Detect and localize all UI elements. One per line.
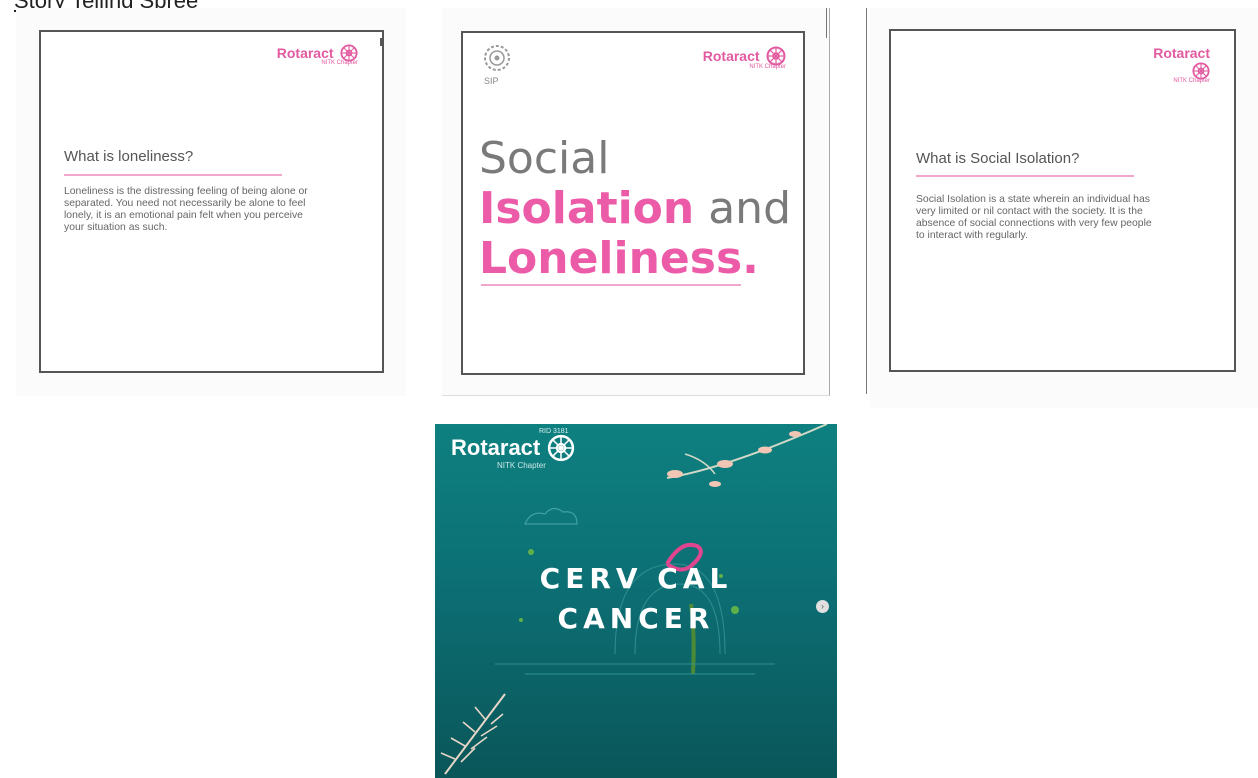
- slide-heading: What is loneliness?: [64, 148, 194, 165]
- sip-label: SIP: [484, 76, 499, 86]
- poster-title-line2: CANCER: [557, 602, 715, 635]
- cervical-cancer-poster[interactable]: RID 3181 Rotaract NITK Chapter CERV CAL …: [435, 424, 837, 778]
- rotaract-logo: Rotaract NITK Chapter: [1153, 44, 1210, 85]
- slide-body: Social Isolation is a state wherein an i…: [916, 194, 1152, 241]
- rotary-wheel-icon: [766, 46, 786, 66]
- title-underline: [481, 284, 741, 286]
- rotaract-logo: Rotaract NITK Chapter: [702, 46, 786, 70]
- slide-body: Loneliness is the distressing feeling of…: [64, 186, 308, 233]
- rotaract-logo: RID 3181 Rotaract NITK Chapter: [451, 428, 575, 470]
- divider: [826, 8, 827, 38]
- rotary-wheel-icon: [547, 434, 574, 462]
- frame-tick: [380, 38, 382, 46]
- rotaract-logo: Rotaract NITK Chapter: [276, 44, 358, 67]
- carousel-next-button[interactable]: ›: [816, 600, 829, 613]
- page: Story Telling Spree Rotaract NITK Chapte…: [0, 0, 1258, 778]
- heading-underline: [916, 175, 1134, 177]
- poster-title-line1: CERV CAL: [539, 562, 733, 595]
- divider: [866, 8, 867, 394]
- poster-illustration: [440, 424, 828, 775]
- heading-underline: [64, 174, 282, 176]
- slide-title-text: Social Isolation and Loneliness.: [479, 133, 791, 284]
- chevron-right-icon: ›: [821, 601, 824, 611]
- slide-loneliness[interactable]: Rotaract NITK Chapter What is loneliness…: [16, 8, 406, 396]
- slide-heading: What is Social Isolation?: [916, 150, 1080, 167]
- slide-social-isolation[interactable]: Rotaract NITK Chapter What is Social Iso…: [870, 8, 1258, 408]
- sip-gear-icon: [484, 45, 510, 71]
